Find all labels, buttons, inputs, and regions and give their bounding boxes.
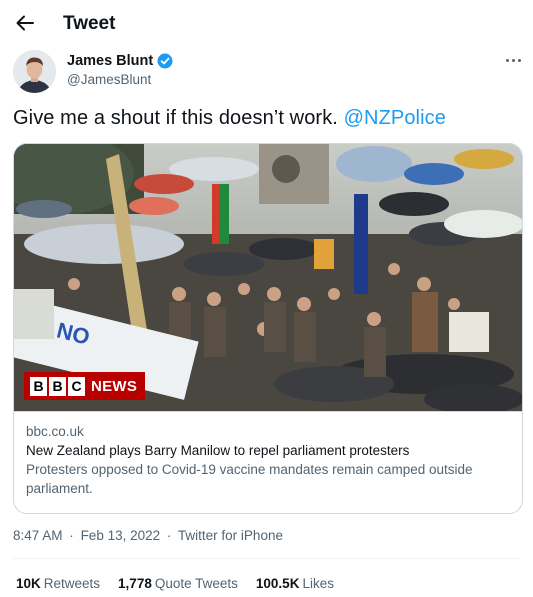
- avatar[interactable]: [13, 50, 56, 93]
- retweets-stat[interactable]: 10K Retweets: [16, 576, 100, 591]
- mention-link[interactable]: @NZPolice: [344, 107, 446, 129]
- bbc-logo-news: NEWS: [91, 377, 138, 395]
- tweet-body: Give me a shout if this doesn’t work.: [13, 107, 338, 129]
- back-button[interactable]: [12, 10, 38, 36]
- tweet-text: Give me a shout if this doesn’t work. @N…: [13, 107, 446, 130]
- avatar-image: [13, 50, 56, 93]
- link-card[interactable]: NO B B C NEWS bbc.co.uk New Zealand play…: [13, 143, 523, 514]
- divider: [13, 558, 520, 559]
- meta-separator: ·: [69, 528, 74, 543]
- bbc-news-logo: B B C NEWS: [24, 372, 146, 400]
- bbc-logo-letter: B: [49, 376, 66, 396]
- tweet-source[interactable]: Twitter for iPhone: [178, 528, 283, 543]
- tweet-time[interactable]: 8:47 AM: [13, 528, 63, 543]
- protest-photo: NO: [14, 144, 522, 411]
- author-name[interactable]: James Blunt: [67, 53, 153, 69]
- author-name-row[interactable]: James Blunt: [67, 53, 173, 69]
- quote-tweets-stat[interactable]: 1,778 Quote Tweets: [118, 576, 238, 591]
- more-options-button[interactable]: [503, 52, 523, 68]
- quote-tweets-label: Quote Tweets: [154, 576, 238, 591]
- card-domain: bbc.co.uk: [26, 424, 84, 439]
- card-description: Protesters opposed to Covid-19 vaccine m…: [26, 462, 473, 496]
- retweets-label: Retweets: [43, 576, 101, 591]
- card-title: New Zealand plays Barry Manilow to repel…: [26, 443, 410, 458]
- likes-count: 100.5K: [255, 576, 300, 591]
- tweet-date[interactable]: Feb 13, 2022: [81, 528, 161, 543]
- card-image[interactable]: NO B B C NEWS: [14, 144, 522, 412]
- more-dot-icon: [505, 58, 509, 62]
- bbc-logo-letter: C: [68, 376, 85, 396]
- engagement-stats: 10K Retweets 1,778 Quote Tweets 100.5K Like…: [16, 576, 334, 591]
- author-handle[interactable]: @JamesBlunt: [67, 72, 151, 87]
- page-title: Tweet: [63, 13, 116, 34]
- header-bar: Tweet: [0, 0, 533, 48]
- likes-stat[interactable]: 100.5K Likes: [256, 576, 334, 591]
- quote-tweets-count: 1,778: [118, 576, 152, 591]
- more-dot-icon: [517, 58, 521, 62]
- more-dot-icon: [511, 58, 515, 62]
- likes-label: Likes: [302, 576, 334, 591]
- retweets-count: 10K: [16, 576, 41, 591]
- meta-separator: ·: [166, 528, 172, 543]
- bbc-logo-letter: B: [30, 376, 47, 396]
- arrow-left-icon: [16, 15, 34, 31]
- card-body[interactable]: bbc.co.uk New Zealand plays Barry Manilo…: [26, 422, 516, 498]
- verified-badge-icon: [157, 53, 173, 69]
- tweet-meta: 8:47 AM · Feb 13, 2022 · Twitter for iPh…: [13, 528, 283, 543]
